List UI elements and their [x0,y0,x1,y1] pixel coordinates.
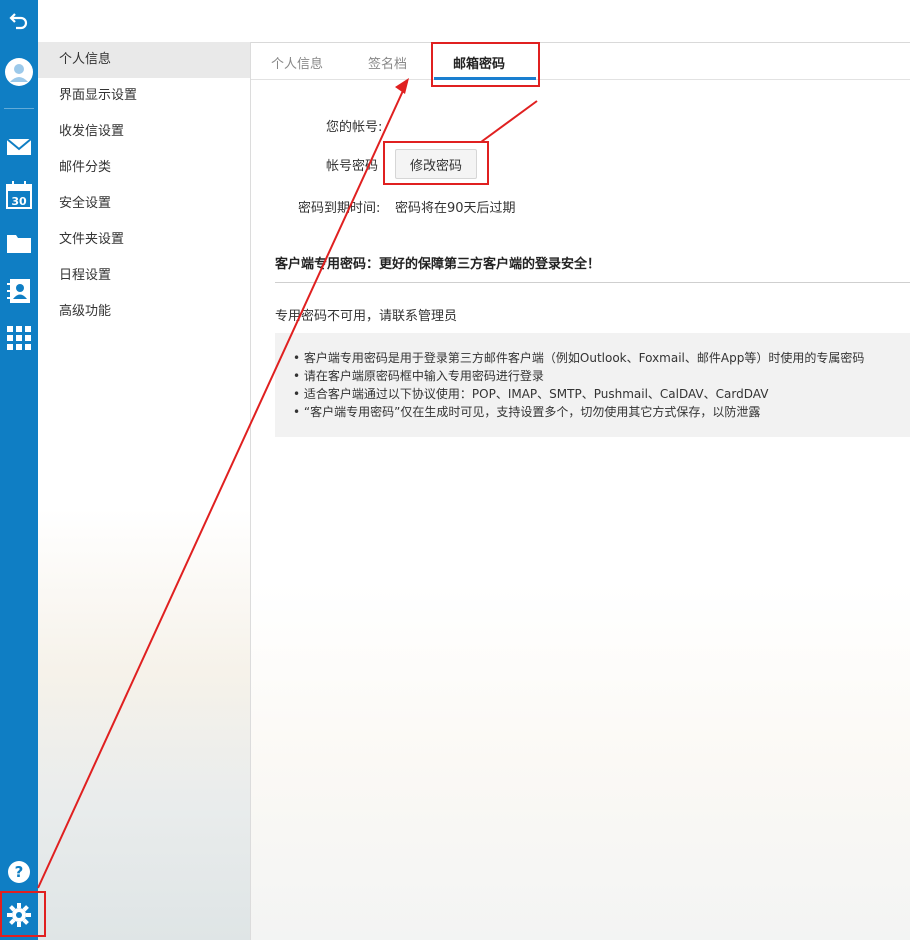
client-password-title: 客户端专用密码：更好的保障第三方客户端的登录安全！ [275,257,601,272]
tip-item: 客户端专用密码是用于登录第三方邮件客户端（例如Outlook、Foxmail、邮… [293,349,910,367]
folder-icon[interactable] [0,230,38,256]
active-tab-indicator [434,77,536,80]
contacts-icon[interactable] [0,277,38,305]
main-panel: 个人信息 签名档 邮箱密码 您的帐号: 帐号密码 修改密码 密码到期时间: 密码… [251,43,910,940]
avatar[interactable] [0,55,38,89]
nav-item-send-receive[interactable]: 收发信设置 [38,114,250,150]
nav-item-profile[interactable]: 个人信息 [38,42,250,78]
nav-item-display[interactable]: 界面显示设置 [38,78,250,114]
account-label: 您的帐号: [326,120,383,135]
client-password-unavailable: 专用密码不可用，请联系管理员 [275,309,458,324]
nav-item-calendar[interactable]: 日程设置 [38,258,250,294]
change-password-button[interactable]: 修改密码 [395,149,477,179]
mail-icon[interactable] [0,135,38,159]
apps-grid-icon[interactable] [0,324,38,352]
nav-item-advanced[interactable]: 高级功能 [38,294,250,330]
help-glyph: ? [15,863,24,881]
settings-nav: 个人信息 界面显示设置 收发信设置 邮件分类 安全设置 文件夹设置 日程设置 高… [38,42,251,940]
rail-divider [4,108,34,109]
nav-item-folders[interactable]: 文件夹设置 [38,222,250,258]
client-password-tips: 客户端专用密码是用于登录第三方邮件客户端（例如Outlook、Foxmail、邮… [275,333,910,437]
nav-item-security[interactable]: 安全设置 [38,186,250,222]
help-icon[interactable]: ? [0,858,38,886]
tab-signature[interactable]: 签名档 [368,53,407,72]
back-arrow-icon[interactable] [0,8,38,34]
nav-item-mail-categories[interactable]: 邮件分类 [38,150,250,186]
tip-item: 请在客户端原密码框中输入专用密码进行登录 [293,367,910,385]
icon-rail: 30 ? [0,0,38,940]
calendar-day: 30 [11,195,27,208]
expiry-value: 密码将在90天后过期 [395,201,516,216]
tab-mailbox-password[interactable]: 邮箱密码 [453,53,505,72]
password-label: 帐号密码 [326,159,379,174]
tab-profile[interactable]: 个人信息 [271,53,323,72]
expiry-label: 密码到期时间: [298,201,381,216]
tip-item: “客户端专用密码”仅在生成时可见，支持设置多个，切勿使用其它方式保存，以防泄露 [293,403,910,421]
tab-bar: 个人信息 签名档 邮箱密码 [251,43,910,80]
section-divider [275,282,910,283]
tip-item: 适合客户端通过以下协议使用：POP、IMAP、SMTP、Pushmail、Cal… [293,385,910,403]
gear-icon[interactable] [0,900,38,930]
calendar-icon[interactable]: 30 [0,180,38,210]
